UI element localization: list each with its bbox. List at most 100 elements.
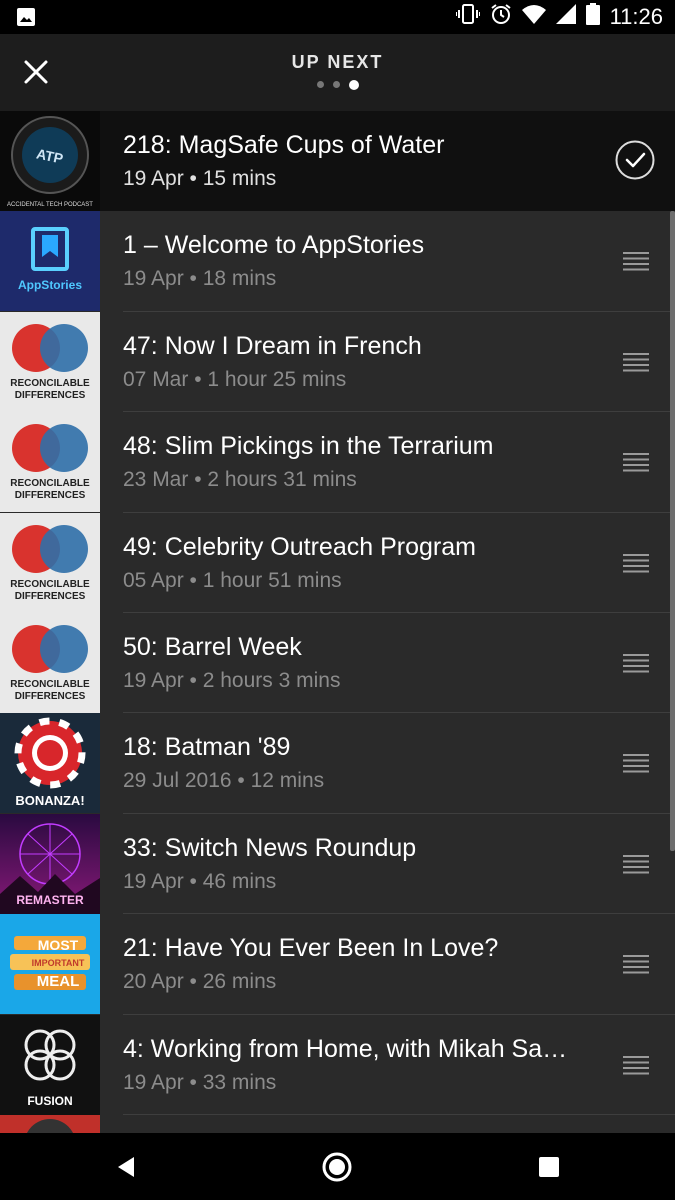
episode-title: 4: Working from Home, with Mikah Sar… (123, 1034, 575, 1063)
episode-title: 218: MagSafe Cups of Water (123, 131, 445, 159)
podcast-artwork: MOST IMPORTANT MEAL (0, 914, 100, 1015)
episode-meta: 29 Jul 2016 • 12 mins (123, 769, 325, 793)
art-caption: AppStories (18, 278, 82, 292)
image-notification-icon (16, 7, 36, 32)
reorder-handle[interactable] (623, 954, 649, 974)
drag-handle-icon (623, 854, 649, 874)
reorder-handle[interactable] (623, 352, 649, 372)
reorder-handle[interactable] (623, 1055, 649, 1075)
art-caption: DIFFERENCES (15, 691, 86, 702)
art-caption: DIFFERENCES (15, 390, 86, 401)
reorder-handle[interactable] (623, 251, 649, 271)
drag-handle-icon (623, 1055, 649, 1075)
art-caption: IMPORTANT (32, 958, 85, 968)
drag-handle-icon (623, 453, 649, 472)
podcast-artwork: RECONCILABLE DIFFERENCES (0, 512, 100, 613)
art-caption: ACCIDENTAL TECH PODCAST (7, 202, 93, 208)
episode-meta: 07 Mar • 1 hour 25 mins (123, 367, 347, 391)
queue-item[interactable]: RECONCILABLE DIFFERENCES 49: Celebrity O… (0, 512, 675, 613)
episode-meta: 20 Apr • 26 mins (123, 970, 277, 994)
queue-item[interactable]: RECONCILABLE DIFFERENCES 50: Barrel Week… (0, 612, 675, 714)
podcast-artwork: AppStories (0, 211, 100, 312)
episode-title: 21: Have You Ever Been In Love? (123, 934, 499, 963)
episode-meta: 19 Apr • 15 mins (123, 167, 277, 190)
podcast-artwork: FUSION (0, 1014, 100, 1115)
scrollbar[interactable] (670, 211, 675, 851)
art-caption: RECONCILABLE (10, 378, 90, 389)
page-dot (316, 81, 324, 88)
queue-item[interactable]: FUSION 4: Working from Home, with Mikah … (0, 1014, 675, 1115)
status-bar: 11:26 (0, 0, 675, 34)
reorder-handle[interactable] (623, 452, 649, 472)
art-caption: DIFFERENCES (15, 591, 86, 602)
back-button[interactable] (110, 1151, 142, 1183)
episode-title: 33: Switch News Roundup (123, 833, 417, 862)
recents-button[interactable] (533, 1151, 565, 1183)
podcast-artwork: REMASTER (0, 813, 100, 914)
episode-meta: 19 Apr • 2 hours 3 mins (123, 668, 341, 692)
back-triangle-icon (118, 1157, 134, 1177)
page-dot (332, 81, 340, 88)
page-indicator (0, 79, 675, 90)
art-caption: MOST (38, 937, 79, 953)
art-caption: DIFFERENCES (15, 490, 86, 501)
podcast-artwork: RECONCILABLE DIFFERENCES (0, 412, 100, 513)
art-caption: BONANZA! (15, 793, 84, 808)
queue-item-partial[interactable] (0, 1114, 675, 1133)
queue-item[interactable]: REMASTER 33: Switch News Roundup 19 Apr … (0, 813, 675, 915)
home-button[interactable] (321, 1151, 353, 1183)
episode-title: 18: Batman '89 (123, 733, 291, 762)
episode-meta: 05 Apr • 1 hour 51 mins (123, 568, 342, 592)
drag-handle-icon (623, 653, 649, 673)
episode-title: 1 – Welcome to AppStories (123, 231, 425, 260)
reorder-handle[interactable] (623, 753, 649, 773)
drag-handle-icon (623, 252, 649, 271)
episode-meta: 19 Apr • 46 mins (123, 869, 277, 893)
recents-square-icon (539, 1157, 559, 1177)
queue-item-current[interactable]: ATP ACCIDENTAL TECH PODCAST 218: MagSafe… (0, 111, 675, 212)
podcast-artwork: RECONCILABLE DIFFERENCES (0, 612, 100, 713)
drag-handle-icon (623, 352, 649, 372)
up-next-list[interactable]: ATP ACCIDENTAL TECH PODCAST 218: MagSafe… (0, 111, 675, 1133)
episode-meta: 23 Mar • 2 hours 31 mins (123, 468, 357, 492)
queue-item[interactable]: BONANZA! 18: Batman '89 29 Jul 2016 • 12… (0, 713, 675, 814)
up-next-header: UP NEXT (0, 34, 675, 111)
podcast-artwork: RECONCILABLE DIFFERENCES (0, 311, 100, 412)
episode-title: 48: Slim Pickings in the Terrarium (123, 432, 494, 461)
art-caption: RECONCILABLE (10, 679, 90, 690)
podcast-artwork (0, 1114, 100, 1133)
podcast-artwork: ATP ACCIDENTAL TECH PODCAST (0, 111, 100, 211)
episode-title: 47: Now I Dream in French (123, 331, 422, 360)
queue-item[interactable]: RECONCILABLE DIFFERENCES 47: Now I Dream… (0, 311, 675, 413)
podcast-artwork: BONANZA! (0, 713, 100, 814)
drag-handle-icon (623, 553, 649, 573)
alarm-icon (490, 3, 512, 30)
episode-title: 49: Celebrity Outreach Program (123, 532, 476, 561)
art-caption: RECONCILABLE (10, 478, 90, 489)
drag-handle-icon (623, 955, 649, 974)
system-nav-bar (0, 1133, 675, 1200)
home-circle-icon (322, 1152, 352, 1182)
drag-handle-icon (623, 754, 649, 773)
episode-title: 50: Barrel Week (123, 632, 302, 661)
queue-item[interactable]: AppStories 1 – Welcome to AppStories 19 … (0, 211, 675, 312)
vibrate-icon (454, 3, 481, 30)
reorder-handle[interactable] (623, 653, 649, 673)
art-caption: RECONCILABLE (10, 579, 90, 590)
battery-icon (585, 3, 600, 30)
check-icon (615, 140, 655, 180)
art-caption: MEAL (37, 973, 80, 990)
episode-meta: 19 Apr • 33 mins (123, 1070, 277, 1094)
page-title: UP NEXT (291, 52, 384, 72)
episode-meta: 19 Apr • 18 mins (123, 267, 277, 291)
reorder-handle[interactable] (623, 854, 649, 874)
art-caption: FUSION (27, 1094, 72, 1108)
reorder-handle[interactable] (623, 553, 649, 573)
mark-played-button[interactable] (615, 140, 655, 180)
wifi-icon (521, 4, 546, 29)
art-caption: REMASTER (16, 893, 84, 907)
signal-icon (555, 4, 576, 29)
queue-item[interactable]: MOST IMPORTANT MEAL 21: Have You Ever Be… (0, 914, 675, 1015)
queue-item[interactable]: RECONCILABLE DIFFERENCES 48: Slim Pickin… (0, 412, 675, 513)
clock-time: 11:26 (609, 3, 663, 29)
